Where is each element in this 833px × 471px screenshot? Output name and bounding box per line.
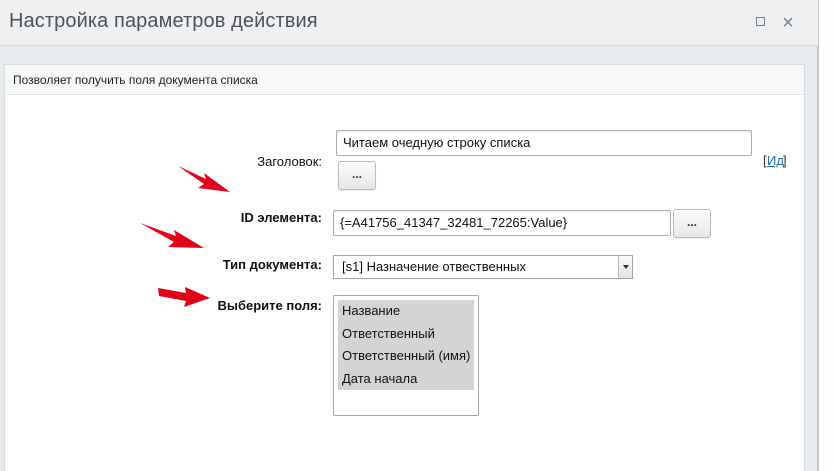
doc-type-label: Тип документа: xyxy=(222,257,322,272)
title-insert-button[interactable]: ... xyxy=(338,161,376,190)
element-id-input[interactable]: {=A41756_41347_32481_72265:Value} xyxy=(333,210,671,236)
fields-option[interactable]: Ответственный xyxy=(338,322,474,345)
id-link[interactable]: Ид xyxy=(767,153,784,168)
id-link-bracket-close: ] xyxy=(783,153,787,168)
fields-option[interactable]: Название xyxy=(338,300,474,323)
fields-listbox[interactable]: Название Ответственный Ответственный (им… xyxy=(333,295,479,416)
dialog-titlebar: Настройка параметров действия × xyxy=(0,0,818,46)
doc-type-selected: [s1] Назначение отвественных xyxy=(342,259,526,274)
doc-type-select[interactable]: [s1] Назначение отвественных xyxy=(333,255,633,279)
annotation-arrow-icon xyxy=(178,166,230,192)
title-input[interactable]: Читаем очедную строку списка xyxy=(336,130,752,156)
close-icon: × xyxy=(782,12,794,34)
maximize-icon xyxy=(755,17,765,27)
action-settings-dialog: Настройка параметров действия × Позволяе… xyxy=(0,0,818,471)
element-id-insert-button[interactable]: ... xyxy=(673,209,711,238)
maximize-button[interactable] xyxy=(750,12,770,34)
element-id-label: ID элемента: xyxy=(240,210,322,225)
action-description: Позволяет получить поля документа списка xyxy=(13,73,258,87)
panel-header: Позволяет получить поля документа списка xyxy=(5,65,804,95)
dialog-title: Настройка параметров действия xyxy=(9,10,318,32)
settings-panel: Позволяет получить поля документа списка… xyxy=(4,64,805,471)
annotation-arrow-icon xyxy=(140,223,204,248)
fields-option[interactable]: Ответственный (имя) xyxy=(338,345,474,368)
close-button[interactable]: × xyxy=(778,12,798,34)
chevron-down-icon xyxy=(618,256,632,278)
annotation-arrow-icon xyxy=(158,287,210,307)
fields-option[interactable]: Дата начала xyxy=(338,367,474,390)
background-page-strip xyxy=(818,0,833,471)
